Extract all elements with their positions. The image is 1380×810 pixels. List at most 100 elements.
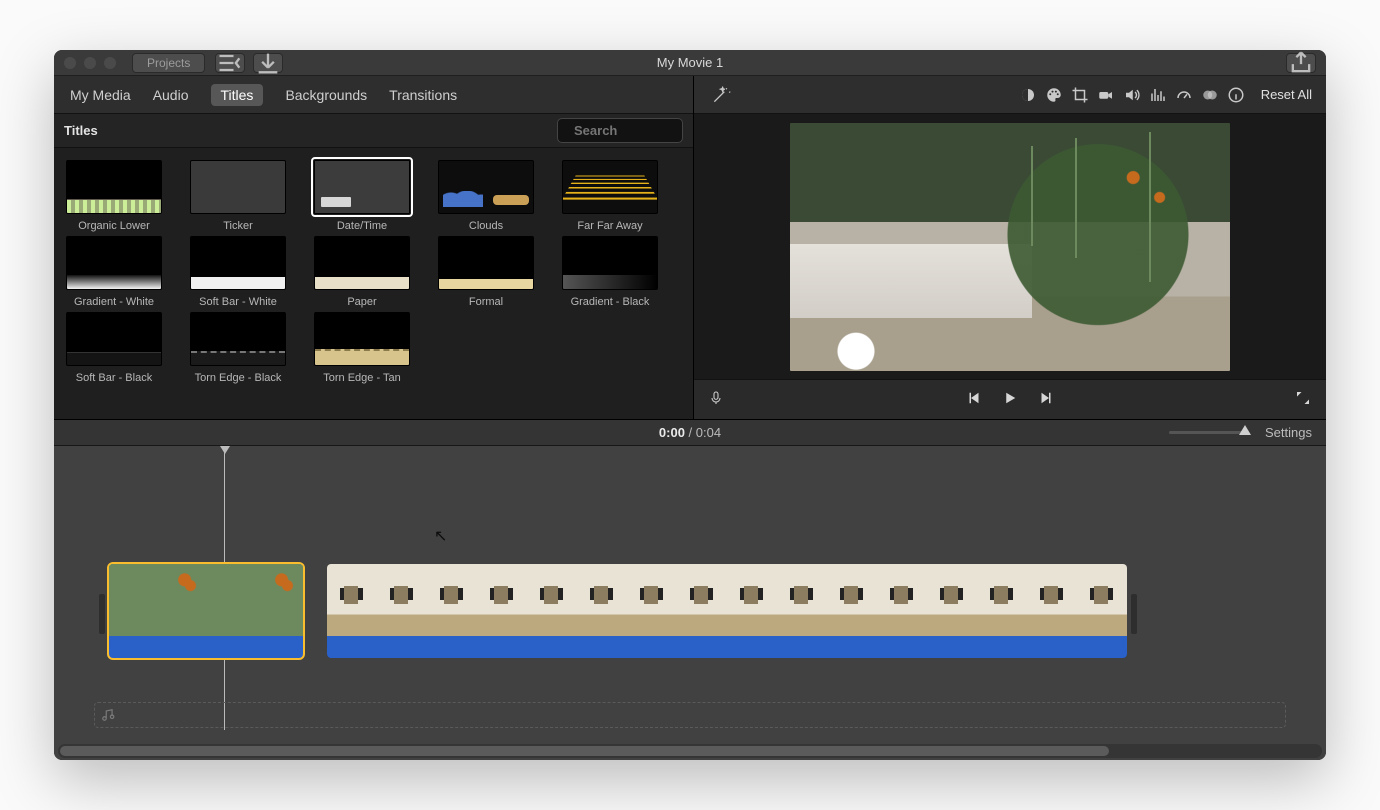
- preview-frame: [790, 123, 1230, 371]
- fullscreen-button[interactable]: [1294, 389, 1312, 410]
- enhance-button[interactable]: [708, 85, 734, 105]
- title-thumbnail: [66, 236, 162, 290]
- download-icon: [254, 50, 282, 77]
- reset-all-button[interactable]: Reset All: [1261, 87, 1312, 102]
- title-label: Torn Edge - Tan: [308, 372, 416, 384]
- title-thumbnail: [190, 312, 286, 366]
- search-box[interactable]: [557, 118, 683, 143]
- title-label: Clouds: [432, 220, 540, 232]
- noise-reduction-button[interactable]: [1145, 86, 1171, 104]
- title-item[interactable]: Organic Lower: [60, 160, 168, 232]
- playbar: [694, 379, 1326, 419]
- zoom-thumb[interactable]: [1239, 425, 1251, 435]
- prev-button[interactable]: [965, 389, 983, 410]
- title-thumbnail: [66, 160, 162, 214]
- timeline-clip-1[interactable]: [109, 564, 303, 658]
- browser-tab-titles[interactable]: Titles: [211, 84, 264, 106]
- next-button[interactable]: [1037, 389, 1055, 410]
- browser-tab-my-media[interactable]: My Media: [70, 87, 131, 103]
- preview-viewer[interactable]: [694, 114, 1326, 379]
- title-item[interactable]: Gradient - Black: [556, 236, 664, 308]
- title-thumbnail: [314, 160, 410, 214]
- title-thumbnail: [66, 312, 162, 366]
- title-thumbnail: [438, 236, 534, 290]
- microphone-icon: [708, 388, 724, 408]
- title-item[interactable]: Far Far Away: [556, 160, 664, 232]
- title-label: Paper: [308, 296, 416, 308]
- share-button[interactable]: [1286, 53, 1316, 73]
- zoom-window-dot[interactable]: [104, 57, 116, 69]
- volume-button[interactable]: [1119, 86, 1145, 104]
- timeline[interactable]: ↖︎: [54, 446, 1326, 760]
- magic-wand-icon: [711, 85, 731, 105]
- minimize-window-dot[interactable]: [84, 57, 96, 69]
- import-button[interactable]: [253, 53, 283, 73]
- crop-button[interactable]: [1067, 86, 1093, 104]
- clip-trim-handle-left[interactable]: [99, 594, 105, 634]
- half-circle-icon: [1019, 86, 1037, 104]
- equalizer-icon: [1149, 86, 1167, 104]
- title-item[interactable]: Torn Edge - Black: [184, 312, 292, 384]
- timeline-clip-2[interactable]: [327, 564, 1127, 658]
- title-item[interactable]: Torn Edge - Tan: [308, 312, 416, 384]
- scrollbar-thumb[interactable]: [60, 746, 1109, 756]
- title-label: Date/Time: [308, 220, 416, 232]
- voiceover-button[interactable]: [708, 388, 724, 411]
- title-thumbnail: [190, 236, 286, 290]
- section-label: Titles: [64, 123, 98, 138]
- title-label: Gradient - Black: [556, 296, 664, 308]
- background-music-well[interactable]: [94, 702, 1286, 728]
- color-correction-button[interactable]: [1041, 86, 1067, 104]
- zoom-slider[interactable]: [1169, 431, 1249, 434]
- stabilization-button[interactable]: [1093, 86, 1119, 104]
- camcorder-icon: [1097, 86, 1115, 104]
- browser-tab-transitions[interactable]: Transitions: [389, 87, 457, 103]
- info-button[interactable]: [1223, 86, 1249, 104]
- title-thumbnail: [190, 160, 286, 214]
- overlap-circles-icon: [1201, 86, 1219, 104]
- skip-forward-icon: [1037, 389, 1055, 407]
- settings-button[interactable]: Settings: [1265, 425, 1312, 440]
- speedometer-icon: [1175, 86, 1193, 104]
- browser-tabs: My Media Audio Titles Backgrounds Transition…: [54, 76, 693, 114]
- play-icon: [1001, 389, 1019, 407]
- transport-controls: [965, 389, 1055, 410]
- library-view-button[interactable]: [215, 53, 245, 73]
- title-thumbnail: [562, 236, 658, 290]
- play-button[interactable]: [1001, 389, 1019, 410]
- clip-filter-button[interactable]: [1197, 86, 1223, 104]
- title-item[interactable]: Soft Bar - White: [184, 236, 292, 308]
- projects-button[interactable]: Projects: [132, 53, 205, 73]
- title-label: Gradient - White: [60, 296, 168, 308]
- title-label: Far Far Away: [556, 220, 664, 232]
- title-item[interactable]: Soft Bar - Black: [60, 312, 168, 384]
- music-note-icon: [101, 708, 115, 722]
- title-item[interactable]: Paper: [308, 236, 416, 308]
- title-label: Torn Edge - Black: [184, 372, 292, 384]
- title-thumbnail: [314, 236, 410, 290]
- title-label: Formal: [432, 296, 540, 308]
- titlebar: Projects My Movie 1: [54, 50, 1326, 76]
- title-label: Soft Bar - Black: [60, 372, 168, 384]
- color-balance-button[interactable]: [1015, 86, 1041, 104]
- import-group: [215, 53, 283, 73]
- title-label: Ticker: [184, 220, 292, 232]
- browser-tab-backgrounds[interactable]: Backgrounds: [285, 87, 367, 103]
- speed-button[interactable]: [1171, 86, 1197, 104]
- close-window-dot[interactable]: [64, 57, 76, 69]
- timeline-scrollbar[interactable]: [58, 744, 1322, 758]
- time-readout: 0:00 / 0:04: [659, 425, 721, 440]
- title-item[interactable]: Formal: [432, 236, 540, 308]
- clip-trim-handle-right[interactable]: [1131, 594, 1137, 634]
- title-item[interactable]: Ticker: [184, 160, 292, 232]
- browser-tab-audio[interactable]: Audio: [153, 87, 189, 103]
- titles-grid: Organic Lower Ticker Date/Time Clouds Far Fa…: [54, 148, 693, 419]
- audio-waveform: [109, 636, 303, 658]
- title-item[interactable]: Date/Time: [308, 160, 416, 232]
- upper-panes: My Media Audio Titles Backgrounds Transition…: [54, 76, 1326, 420]
- list-icon: [216, 50, 244, 77]
- traffic-lights: [64, 57, 116, 69]
- info-icon: [1227, 86, 1245, 104]
- title-item[interactable]: Clouds: [432, 160, 540, 232]
- title-item[interactable]: Gradient - White: [60, 236, 168, 308]
